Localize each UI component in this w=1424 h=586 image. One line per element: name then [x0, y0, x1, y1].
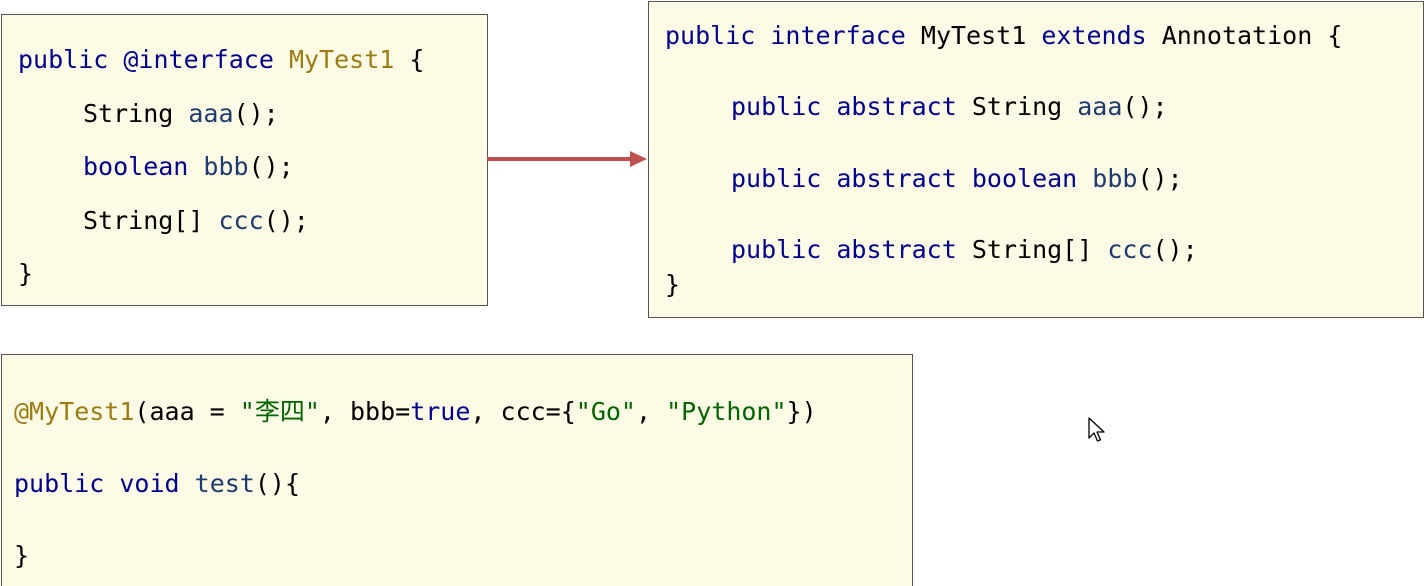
annotation-definition-box: public @interface MyTest1 { String aaa()… [1, 14, 488, 306]
punctuation: }) [786, 397, 817, 426]
annotation-name: MyTest1 [288, 45, 395, 74]
keyword: interface [770, 21, 906, 50]
type: String[] [83, 206, 204, 235]
keyword: public [18, 45, 109, 74]
interface-line-4: public abstract String[] ccc(); [731, 235, 1198, 265]
punctuation: (){ [254, 469, 301, 498]
annotation-line-3: boolean bbb(); [83, 152, 294, 182]
method-name: aaa [1077, 92, 1123, 121]
keyword: abstract [836, 164, 957, 193]
method-name: bbb [1092, 164, 1138, 193]
string-literal: "Python" [666, 397, 787, 426]
method-name: test [194, 469, 255, 498]
punctuation: , [636, 397, 667, 426]
interface-name: MyTest1 [920, 21, 1027, 50]
string-literal: "李四" [239, 397, 320, 426]
keyword: true [410, 397, 471, 426]
brace: } [665, 270, 681, 299]
interface-line-3: public abstract boolean bbb(); [731, 164, 1183, 194]
punctuation: (); [1152, 235, 1198, 264]
keyword: boolean [83, 152, 189, 181]
brace: { [394, 45, 425, 74]
annotation-line-1: public @interface MyTest1 { [18, 45, 424, 75]
keyword: public [731, 92, 822, 121]
punctuation: (); [263, 206, 309, 235]
mouse-cursor-icon [1088, 417, 1105, 442]
interface-equivalent-box: public interface MyTest1 extends Annotat… [648, 1, 1424, 318]
keyword: extends [1041, 21, 1147, 50]
annotation-line-2: String aaa(); [83, 99, 279, 129]
string-literal: "Go" [575, 397, 636, 426]
punctuation: , ccc={ [470, 397, 576, 426]
keyword: public [731, 235, 822, 264]
keyword: public [665, 21, 756, 50]
brace: { [1312, 21, 1343, 50]
usage-line-3: } [14, 541, 29, 571]
annotation-name: @MyTest1 [14, 397, 135, 426]
keyword: @interface [123, 45, 274, 74]
method-name: aaa [188, 99, 234, 128]
brace: } [18, 259, 34, 288]
type: String [83, 99, 174, 128]
keyword: void [119, 469, 180, 498]
method-name: ccc [1107, 235, 1153, 264]
usage-line-1: @MyTest1(aaa = "李四", bbb=true, ccc={"Go"… [14, 397, 817, 427]
annotation-usage-box: @MyTest1(aaa = "李四", bbb=true, ccc={"Go"… [1, 354, 913, 586]
keyword: public [731, 164, 822, 193]
punctuation: (); [1122, 92, 1168, 121]
punctuation: (aaa = [134, 397, 240, 426]
usage-line-2: public void test(){ [14, 469, 300, 499]
brace: } [14, 541, 30, 570]
interface-line-2: public abstract String aaa(); [731, 92, 1168, 122]
keyword: abstract [836, 92, 957, 121]
interface-line-5: } [665, 270, 680, 300]
method-name: ccc [218, 206, 264, 235]
annotation-line-5: } [18, 259, 33, 289]
keyword: boolean [971, 164, 1078, 193]
punctuation: (); [233, 99, 279, 128]
type: String [971, 92, 1063, 121]
interface-line-1: public interface MyTest1 extends Annotat… [665, 21, 1342, 51]
method-name: bbb [203, 152, 249, 181]
annotation-line-4: String[] ccc(); [83, 206, 309, 236]
punctuation: , bbb= [319, 397, 411, 426]
type: String[] [971, 235, 1093, 264]
parent-type: Annotation [1161, 21, 1313, 50]
keyword: abstract [836, 235, 957, 264]
keyword: public [14, 469, 105, 498]
punctuation: (); [1137, 164, 1183, 193]
punctuation: (); [248, 152, 294, 181]
right-arrow-icon [487, 151, 647, 167]
